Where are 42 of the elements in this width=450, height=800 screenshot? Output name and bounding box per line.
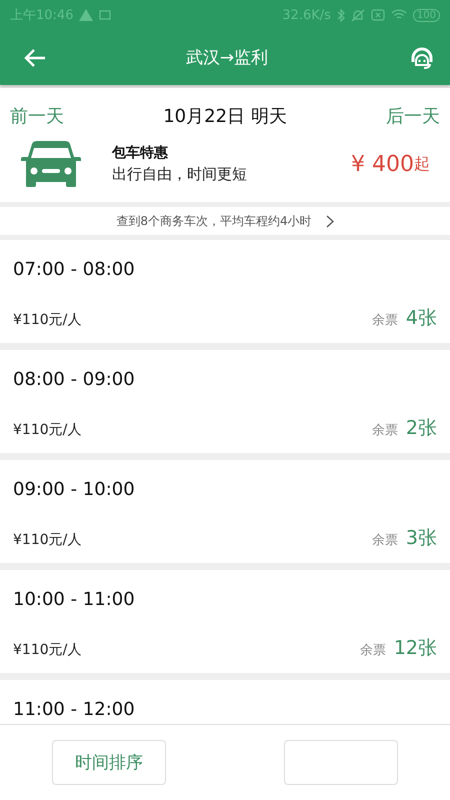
remaining-tickets: 3张 [406,526,437,551]
back-arrow-icon [24,48,46,66]
trip-card[interactable]: 09:00 - 10:00 ¥110元/人 余票 3张 [0,460,450,563]
departure-time: 11:00 - 12:00 [13,699,136,720]
ticket-price: ¥110元/人 [13,421,82,439]
trip-card[interactable]: 11:00 - 12:00 [0,680,450,724]
chevron-right-icon [326,214,334,228]
trip-card[interactable]: 08:00 - 09:00 ¥110元/人 余票 2张 [0,350,450,453]
ticket-price: ¥110元/人 [13,641,82,659]
remaining-label: 余票 [360,642,386,659]
trip-card[interactable]: 10:00 - 11:00 ¥110元/人 余票 12张 [0,570,450,673]
notification-icon [99,10,112,20]
remaining-tickets: 12张 [394,636,437,661]
sort-button[interactable]: 时间排序 [52,740,166,785]
departure-time: 10:00 - 11:00 [13,589,136,610]
route-title: 武汉→监利 [186,47,268,69]
departure-time: 08:00 - 09:00 [13,369,136,390]
sim-icon [370,9,385,21]
next-day-link[interactable]: 后一天 [386,104,440,128]
departure-time: 09:00 - 10:00 [13,479,136,500]
bluetooth-icon [336,8,345,22]
remaining-tickets: 2张 [406,416,437,441]
remaining-label: 余票 [372,422,398,439]
charter-subtitle: 出行自由，时间更短 [112,165,248,184]
summary-row[interactable]: 查到8个商务车次，平均车程约4小时 [0,207,450,235]
summary-text: 查到8个商务车次，平均车程约4小时 [116,212,312,230]
previous-day-link[interactable]: 前一天 [10,104,64,128]
remaining-tickets: 4张 [406,306,437,331]
car-icon [20,140,82,188]
departure-time: 07:00 - 08:00 [13,259,136,280]
remaining-label: 余票 [372,532,398,549]
travel-date: 10月22日 明天 [163,105,287,128]
mute-icon [350,8,365,22]
price-suffix: 起 [414,154,430,174]
trip-card[interactable]: 07:00 - 08:00 ¥110元/人 余票 4张 [0,240,450,343]
wifi-icon [390,9,407,21]
remaining-label: 余票 [372,312,398,329]
warning-icon [79,9,94,21]
ticket-price: ¥110元/人 [13,531,82,549]
charter-title: 包车特惠 [112,144,169,162]
charter-price: ¥ 400 [351,152,414,176]
ticket-price: ¥110元/人 [13,311,82,329]
